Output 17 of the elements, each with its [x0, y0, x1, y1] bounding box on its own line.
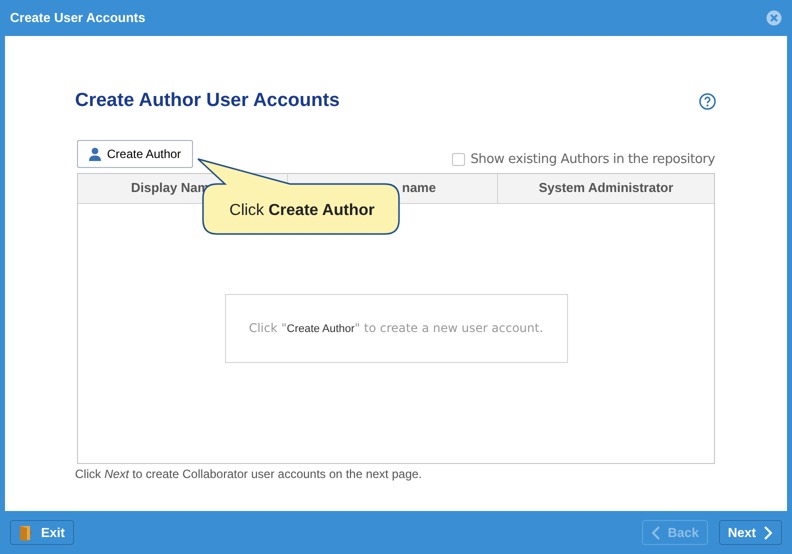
- column-header[interactable]: name: [402, 178, 436, 198]
- close-icon[interactable]: [766, 10, 782, 26]
- next-button[interactable]: Next: [718, 520, 782, 545]
- help-icon[interactable]: [699, 92, 716, 110]
- person-icon: [89, 146, 101, 160]
- chevron-left-icon: [650, 526, 660, 540]
- exit-button[interactable]: Exit: [10, 520, 74, 545]
- checkbox-label: Show existing Authors in the repository: [470, 151, 715, 169]
- chevron-right-icon: [764, 526, 773, 540]
- page-heading: Create Author User Accounts: [75, 89, 340, 113]
- door-icon: [19, 524, 33, 540]
- hint-text: Click Next to create Collaborator user accounts on the next page.: [75, 466, 423, 482]
- column-header[interactable]: System Administrator: [538, 178, 674, 198]
- checkbox[interactable]: [452, 153, 466, 166]
- empty-message: Click "Create Author" to create a new user account.: [248, 320, 544, 337]
- window-title: Create User Accounts: [10, 9, 146, 28]
- create-author-button[interactable]: Create Author: [77, 140, 194, 168]
